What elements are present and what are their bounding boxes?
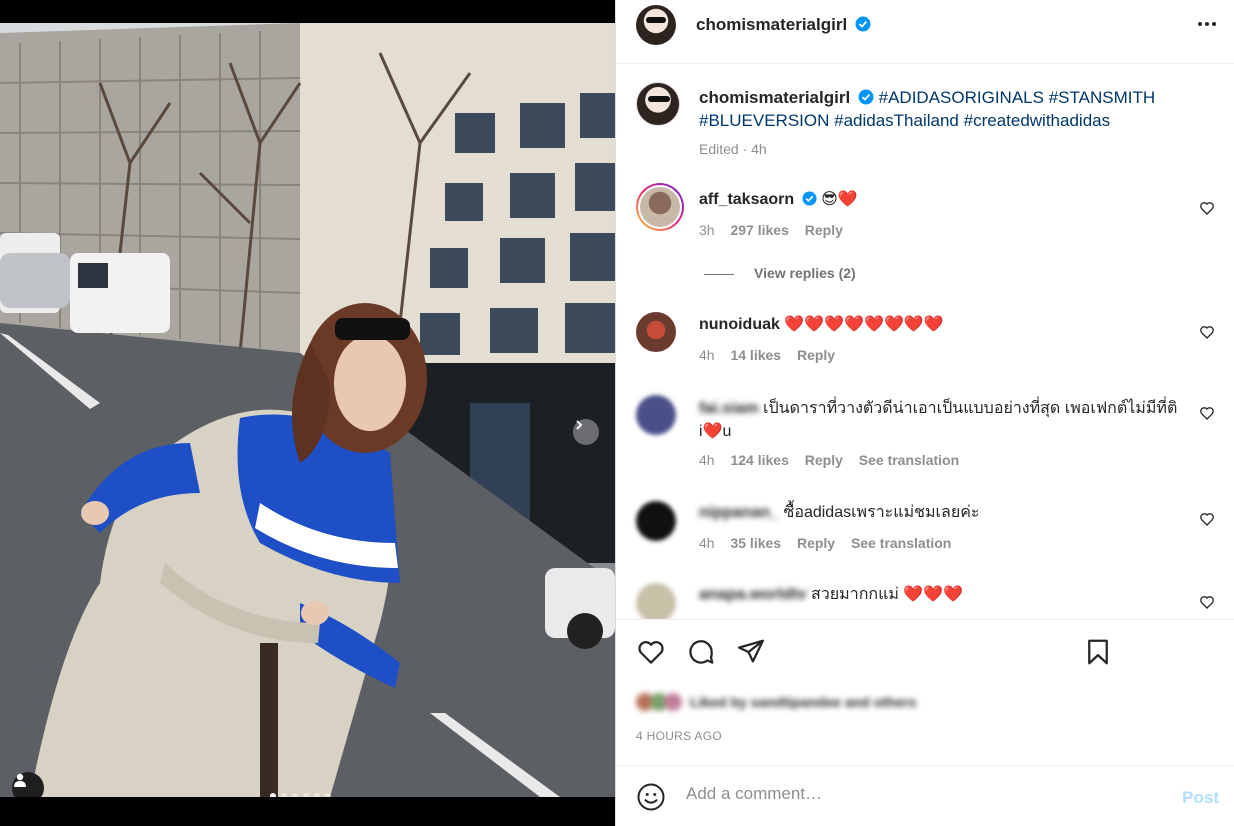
comment-username[interactable]: anapa.worldtv bbox=[699, 586, 807, 603]
post-comment-button[interactable]: Post bbox=[1182, 788, 1219, 808]
comment-text: i❤️u bbox=[699, 423, 732, 440]
avatar[interactable] bbox=[636, 501, 676, 541]
hashtag-link[interactable]: #BLUEVERSION bbox=[699, 111, 829, 130]
avatar bbox=[664, 693, 682, 711]
avatar-image bbox=[648, 96, 670, 102]
comment-body: fai.siam เป็นดาราที่วางตัวดีน่าเอาเป็นแบ… bbox=[699, 397, 1189, 443]
comment-like-heart-icon[interactable] bbox=[1199, 511, 1215, 527]
post-timestamp: 4 HOURS AGO bbox=[636, 729, 722, 743]
reply-button[interactable]: Reply bbox=[797, 535, 835, 551]
comments-list[interactable]: chomismaterialgirl #ADIDASORIGINALS #STA… bbox=[616, 65, 1234, 619]
comment-username[interactable]: nunoiduak bbox=[699, 316, 780, 333]
comment-body: nippanan_ ซื้อadidasเพราะแม่ชมเลยค่ะ bbox=[699, 501, 1189, 524]
comment-text: ❤️❤️❤️❤️❤️❤️❤️❤️ bbox=[784, 316, 944, 333]
comment-likes[interactable]: 35 likes bbox=[730, 535, 781, 551]
see-translation-button[interactable]: See translation bbox=[851, 535, 951, 551]
more-horizontal-icon bbox=[1198, 22, 1216, 26]
comment-text: สวยมากกแม่ ❤️❤️❤️ bbox=[811, 586, 964, 603]
comment-item: nunoiduak ❤️❤️❤️❤️❤️❤️❤️❤️ 4h 14 likes R… bbox=[636, 312, 1226, 372]
avatar[interactable] bbox=[636, 395, 676, 435]
hashtag-link[interactable]: #ADIDASORIGINALS bbox=[879, 88, 1044, 107]
comment-item: nippanan_ ซื้อadidasเพราะแม่ชมเลยค่ะ 4h … bbox=[636, 501, 1226, 561]
reply-button[interactable]: Reply bbox=[797, 347, 835, 363]
reply-button[interactable]: Reply bbox=[805, 452, 843, 468]
street-fashion-photo bbox=[0, 23, 615, 797]
comment-like-heart-icon[interactable] bbox=[1199, 200, 1215, 216]
comment-time: 4h bbox=[699, 452, 715, 468]
liked-by[interactable]: Liked by sandtipandee and others bbox=[636, 690, 916, 714]
comment-meta: 4h 35 likes Reply See translation bbox=[699, 535, 963, 551]
hashtag-link[interactable]: #adidasThailand bbox=[834, 111, 959, 130]
comment-username[interactable]: fai.siam bbox=[699, 400, 759, 417]
comment-meta: 4h 124 likes Reply See translation bbox=[699, 452, 971, 468]
hashtag-link[interactable]: #STANSMITH bbox=[1049, 88, 1155, 107]
carousel-dot bbox=[281, 793, 287, 797]
caption-meta: Edited · 4h bbox=[699, 141, 767, 157]
comment-likes[interactable]: 14 likes bbox=[730, 347, 781, 363]
carousel-dot bbox=[314, 793, 320, 797]
comment-likes[interactable]: 124 likes bbox=[730, 452, 788, 468]
avatar[interactable] bbox=[636, 82, 680, 126]
liked-by-text: Liked by sandtipandee and others bbox=[690, 694, 917, 710]
emoji-icon[interactable] bbox=[636, 782, 666, 812]
heart-icon[interactable] bbox=[636, 637, 666, 667]
comment-input[interactable] bbox=[686, 784, 1156, 804]
verified-badge-icon bbox=[802, 191, 817, 206]
comment-time: 4h bbox=[699, 347, 715, 363]
carousel-dot bbox=[303, 793, 309, 797]
comment-meta: 3h 297 likes Reply bbox=[699, 222, 855, 238]
share-icon[interactable] bbox=[736, 637, 766, 667]
tagged-users-button[interactable] bbox=[12, 772, 44, 797]
comment-username[interactable]: aff_taksaorn bbox=[699, 191, 794, 208]
post-header: chomismaterialgirl bbox=[616, 0, 1234, 64]
avatar[interactable] bbox=[636, 5, 676, 45]
avatar[interactable] bbox=[636, 183, 684, 231]
post-caption: chomismaterialgirl #ADIDASORIGINALS #STA… bbox=[699, 86, 1169, 132]
comment-username[interactable]: nippanan_ bbox=[699, 504, 779, 521]
comment-icon[interactable] bbox=[686, 637, 716, 667]
next-photo-button[interactable] bbox=[573, 419, 599, 445]
comment-text: เป็นดาราที่วางตัวดีน่าเอาเป็นแบบอย่างที่… bbox=[763, 400, 1178, 417]
avatar[interactable] bbox=[636, 312, 676, 352]
comment-time: 3h bbox=[699, 222, 715, 238]
reply-button[interactable]: Reply bbox=[805, 222, 843, 238]
comment-meta: 4h 14 likes Reply bbox=[699, 347, 847, 363]
see-translation-button[interactable]: See translation bbox=[859, 452, 959, 468]
bookmark-icon[interactable] bbox=[1083, 637, 1113, 667]
comment-body: anapa.worldtv สวยมากกแม่ ❤️❤️❤️ bbox=[699, 583, 1189, 606]
comment-text: 😎❤️ bbox=[821, 191, 858, 208]
add-comment-bar: Post bbox=[616, 765, 1234, 826]
post-photo[interactable] bbox=[0, 23, 615, 797]
hashtag-link[interactable]: #createdwithadidas bbox=[964, 111, 1110, 130]
post-sidebar: chomismaterialgirl chomismaterialgirl #A… bbox=[615, 0, 1234, 826]
comment-time: 4h bbox=[699, 535, 715, 551]
comment-likes[interactable]: 297 likes bbox=[730, 222, 788, 238]
comment-item: anapa.worldtv สวยมากกแม่ ❤️❤️❤️ bbox=[636, 583, 1226, 619]
carousel-dot bbox=[325, 793, 331, 797]
carousel-indicator bbox=[270, 793, 331, 797]
comment-like-heart-icon[interactable] bbox=[1199, 324, 1215, 340]
comment-text: ซื้อadidasเพราะแม่ชมเลยค่ะ bbox=[783, 504, 980, 521]
caption-username[interactable]: chomismaterialgirl bbox=[699, 88, 850, 107]
avatar[interactable] bbox=[636, 583, 676, 619]
carousel-dot bbox=[270, 793, 276, 797]
header-username[interactable]: chomismaterialgirl bbox=[696, 15, 847, 34]
view-replies-button[interactable]: View replies (2) bbox=[704, 265, 856, 281]
carousel-dot bbox=[292, 793, 298, 797]
verified-badge-icon bbox=[858, 89, 874, 105]
chevron-right-icon bbox=[576, 420, 583, 430]
comment-item: aff_taksaorn 😎❤️ 3h 297 likes Reply bbox=[636, 183, 1226, 273]
comment-item: fai.siam เป็นดาราที่วางตัวดีน่าเอาเป็นแบ… bbox=[636, 395, 1226, 475]
avatar-image bbox=[646, 17, 666, 23]
user-tag-icon bbox=[14, 773, 26, 787]
post-media bbox=[0, 0, 615, 826]
comment-body: aff_taksaorn 😎❤️ bbox=[699, 188, 1189, 211]
comment-like-heart-icon[interactable] bbox=[1199, 405, 1215, 421]
verified-badge-icon bbox=[855, 16, 871, 32]
comment-body: nunoiduak ❤️❤️❤️❤️❤️❤️❤️❤️ bbox=[699, 313, 1189, 336]
post-actions: Liked by sandtipandee and others 4 HOURS… bbox=[616, 619, 1234, 765]
comment-like-heart-icon[interactable] bbox=[1199, 594, 1215, 610]
more-options-button[interactable] bbox=[1197, 14, 1217, 40]
